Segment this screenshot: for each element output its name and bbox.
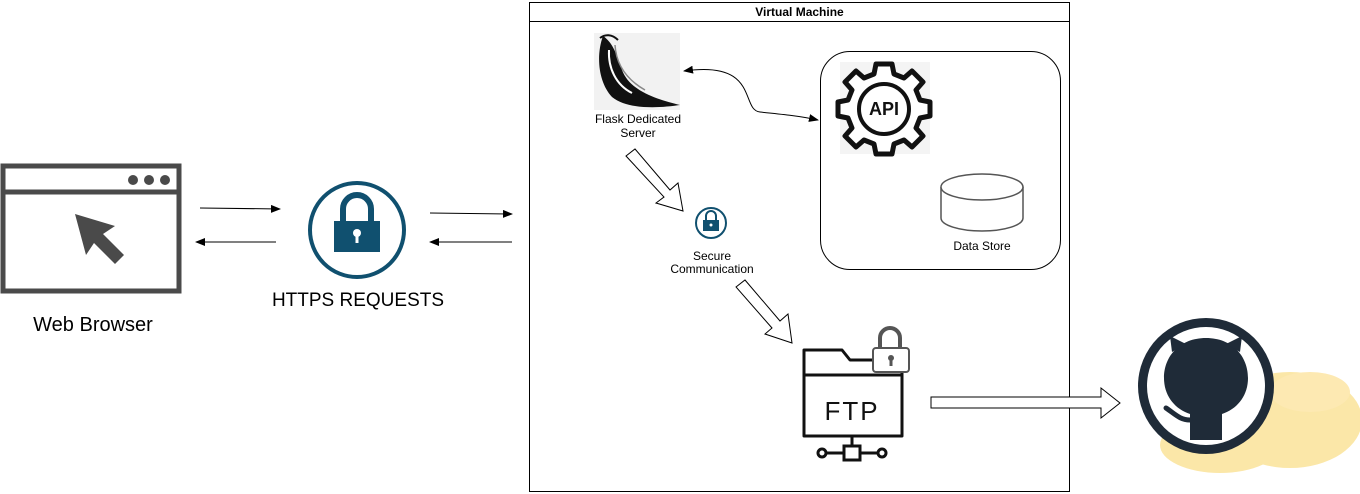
web-browser-label: Web Browser	[33, 314, 153, 336]
secure-communication-label: Secure Communication	[670, 249, 754, 276]
flask-server-label: Flask Dedicated Server	[594, 112, 682, 140]
ftp-padlock-icon	[872, 326, 910, 373]
secure-lock-icon	[695, 207, 727, 239]
diagram-canvas: API FTP	[0, 33, 1360, 473]
api-gear-icon: API	[835, 61, 933, 157]
flask-api-connector	[683, 65, 819, 122]
https-requests-label: HTTPS REQUESTS	[271, 290, 445, 311]
secure-to-ftp-arrow	[735, 279, 793, 344]
browser-window-icon	[0, 163, 182, 294]
ftp-to-github-arrow	[930, 386, 1121, 420]
api-label: API	[869, 99, 899, 119]
data-store-label: Data Store	[953, 239, 1011, 253]
flask-to-secure-arrow	[625, 148, 684, 212]
browser-https-arrows	[195, 204, 281, 246]
ftp-label: FTP	[824, 396, 879, 426]
flask-horn-icon	[594, 33, 680, 110]
https-vm-arrows	[429, 209, 513, 246]
github-cloud-icon	[1138, 318, 1360, 473]
database-cylinder-icon	[940, 173, 1024, 232]
https-lock-icon	[308, 181, 406, 279]
